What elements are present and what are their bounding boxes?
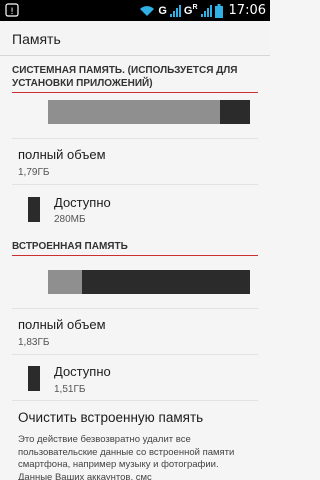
internal-memory-free-segment	[82, 270, 250, 294]
network-type-2: G	[183, 4, 193, 17]
divider	[12, 184, 258, 185]
clock: 17:06	[228, 3, 266, 18]
usb-icon: !	[5, 3, 19, 17]
status-bar: ! G G R 17:06	[0, 0, 270, 21]
internal-total-value: 1,83ГБ	[18, 337, 50, 348]
signal-1-icon	[169, 4, 181, 17]
network-type-1: G	[158, 4, 167, 17]
signal-2-icon	[200, 4, 212, 17]
system-memory-used-segment	[48, 100, 220, 124]
internal-total-label: полный объем	[18, 317, 106, 332]
clear-internal-memory-title: Очистить встроенную память	[18, 410, 204, 425]
divider	[12, 354, 258, 355]
system-icons: G G R 17:06	[139, 0, 266, 21]
divider	[12, 308, 258, 309]
section-header-internal-memory: ВСТРОЕННАЯ ПАМЯТЬ	[12, 240, 258, 256]
clear-internal-memory-description: Это действие безвозвратно удалит все пол…	[18, 434, 235, 480]
divider	[12, 138, 258, 139]
internal-memory-used-segment	[48, 270, 83, 294]
action-bar: Память	[0, 21, 270, 56]
internal-memory-usage-bar	[48, 270, 250, 294]
divider	[12, 400, 258, 401]
svg-text:!: !	[10, 7, 14, 17]
notification-area: !	[5, 3, 19, 17]
wifi-icon	[140, 5, 155, 16]
battery-icon	[214, 3, 223, 18]
system-memory-usage-bar	[48, 100, 250, 124]
available-color-swatch	[28, 366, 40, 391]
system-total-value: 1,79ГБ	[18, 167, 50, 178]
system-memory-free-segment	[219, 100, 250, 124]
network-type-2-sub: R	[192, 4, 198, 11]
section-header-system-memory: СИСТЕМНАЯ ПАМЯТЬ. (ИСПОЛЬЗУЕТСЯ ДЛЯ УСТА…	[12, 64, 258, 93]
internal-available-value: 1,51ГБ	[54, 384, 86, 395]
system-total-label: полный объем	[18, 147, 106, 162]
available-color-swatch	[28, 197, 40, 222]
system-available-value: 280МБ	[54, 214, 86, 225]
system-available-label: Доступно	[54, 195, 111, 210]
internal-available-label: Доступно	[54, 364, 111, 379]
page-title: Память	[12, 31, 61, 47]
